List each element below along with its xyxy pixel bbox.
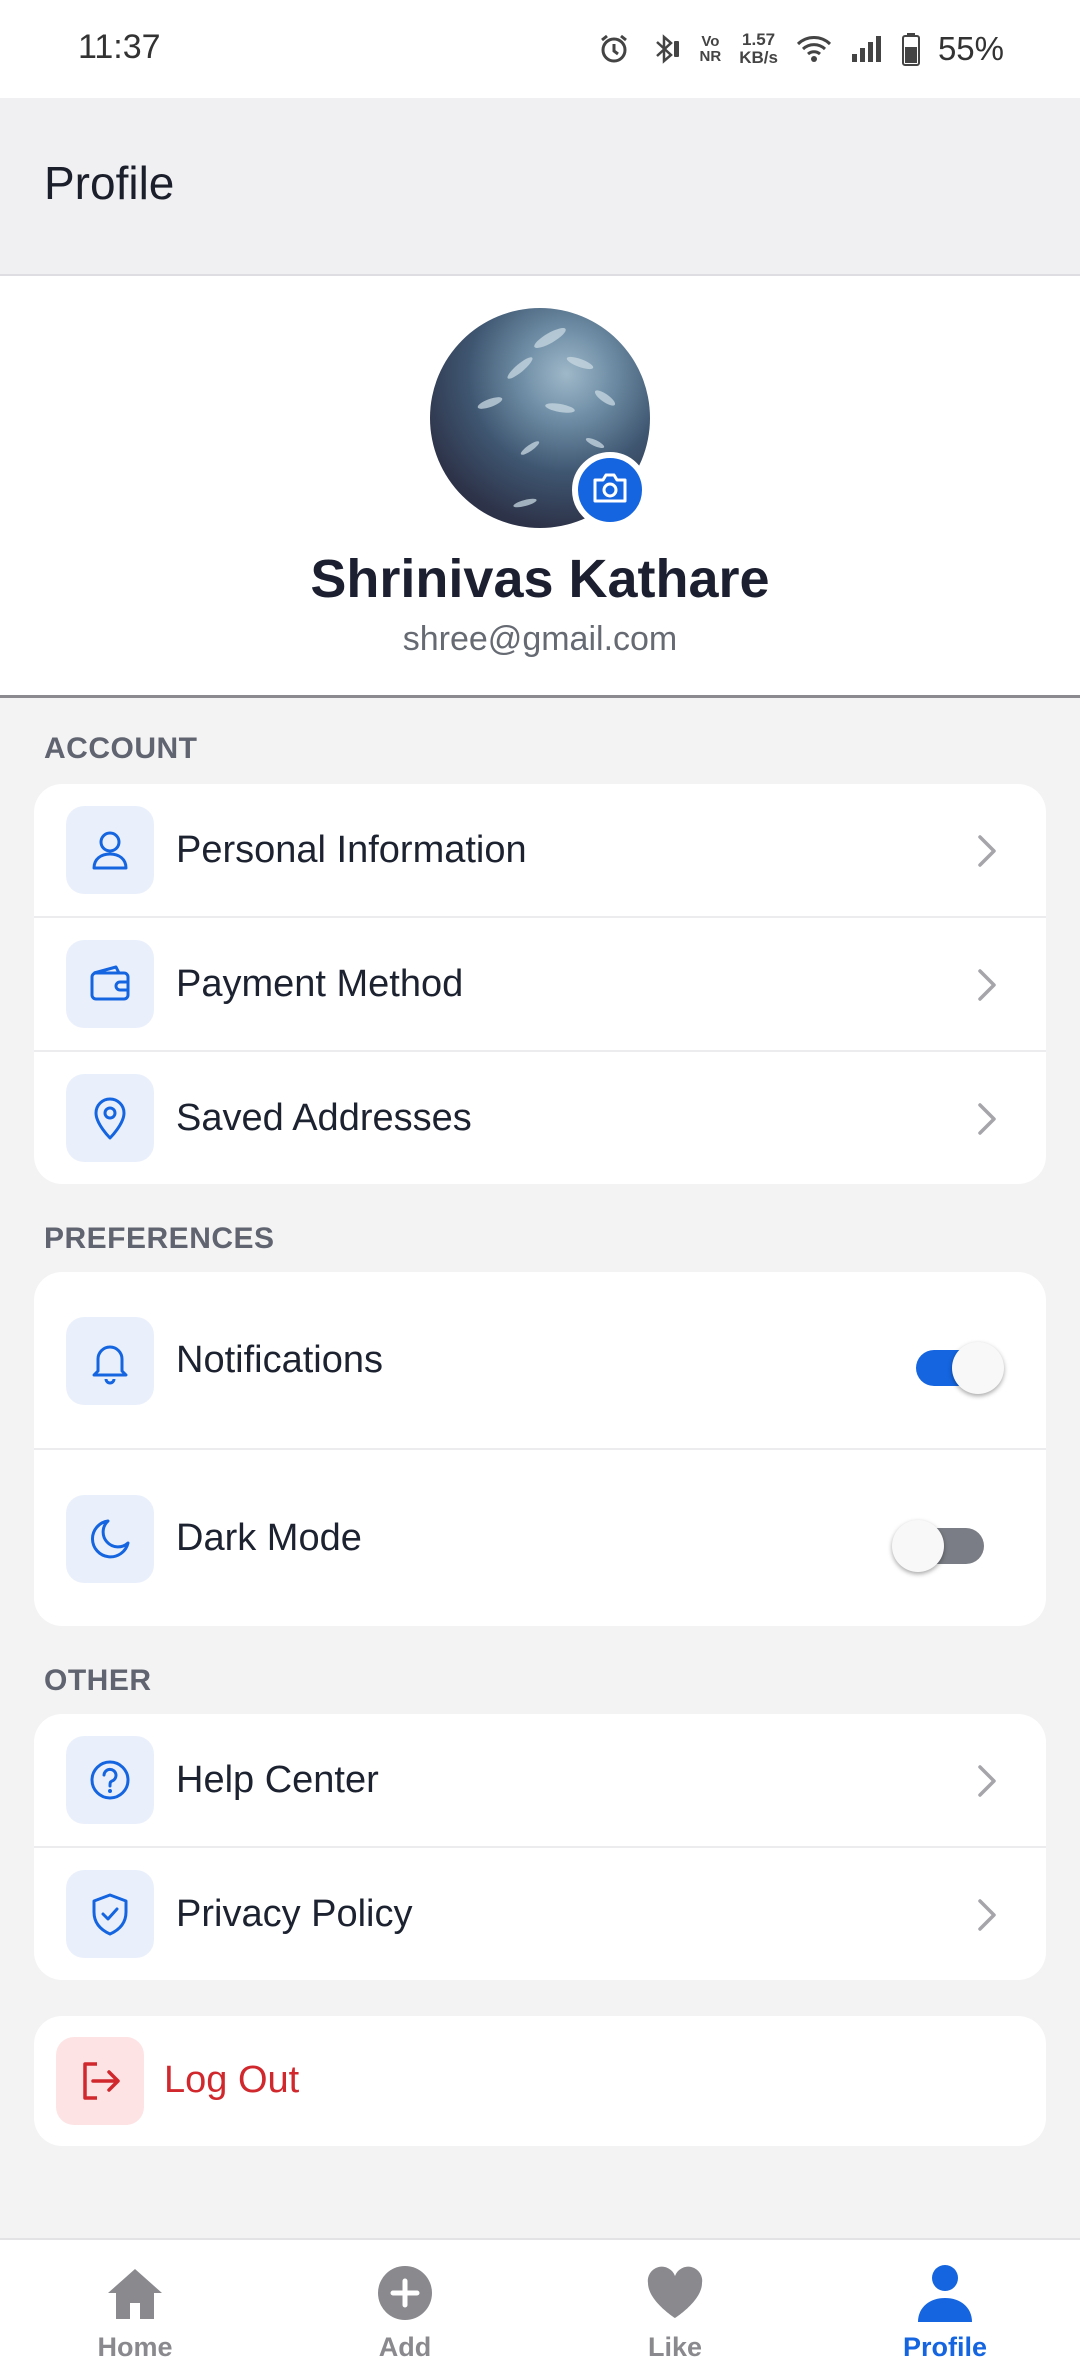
dark-mode-toggle[interactable] — [892, 1508, 988, 1572]
toggle-knob — [952, 1342, 1004, 1394]
menu-item-label: Privacy Policy — [176, 1893, 413, 1935]
nav-label: Add — [378, 2332, 432, 2362]
bluetooth-icon — [648, 32, 682, 66]
menu-item-label: Personal Information — [176, 829, 527, 871]
nav-like[interactable]: Like — [540, 2240, 810, 2376]
help-circle-icon — [66, 1736, 154, 1824]
other-card: Help Center Privacy Policy — [34, 1714, 1046, 1980]
nav-profile[interactable]: Profile — [810, 2240, 1080, 2376]
menu-item-saved-addresses[interactable]: Saved Addresses — [34, 1052, 1046, 1184]
section-label-other: OTHER — [44, 1664, 152, 1697]
moon-icon — [66, 1495, 154, 1583]
menu-item-personal-information[interactable]: Personal Information — [34, 784, 1046, 918]
menu-item-label: Payment Method — [176, 963, 464, 1005]
app-header: Profile — [0, 98, 1080, 276]
logout-icon — [56, 2037, 144, 2125]
menu-item-label: Notifications — [176, 1339, 383, 1381]
add-circle-icon — [374, 2262, 436, 2324]
home-icon — [104, 2262, 166, 2324]
menu-item-label: Help Center — [176, 1759, 379, 1801]
menu-item-help-center[interactable]: Help Center — [34, 1714, 1046, 1848]
person-icon — [914, 2262, 976, 2324]
nav-label: Home — [97, 2332, 173, 2362]
network-speed: 1.57 KB/s — [739, 30, 778, 67]
profile-email: shree@gmail.com — [402, 620, 678, 658]
account-card: Personal Information Payment Method Save… — [34, 784, 1046, 1184]
wifi-icon — [796, 34, 832, 64]
nav-label: Like — [647, 2332, 703, 2362]
camera-icon — [591, 472, 629, 509]
menu-item-payment-method[interactable]: Payment Method — [34, 918, 1046, 1052]
chevron-right-icon — [978, 1103, 996, 1135]
nav-add[interactable]: Add — [270, 2240, 540, 2376]
wallet-icon — [66, 940, 154, 1028]
signal-icon — [850, 34, 884, 64]
alarm-icon — [598, 33, 630, 65]
menu-item-privacy-policy[interactable]: Privacy Policy — [34, 1848, 1046, 1980]
chevron-right-icon — [978, 1765, 996, 1797]
volte-indicator: Vo NR — [699, 33, 722, 65]
status-time: 11:37 — [78, 28, 161, 66]
chevron-right-icon — [978, 1899, 996, 1931]
chevron-right-icon — [978, 969, 996, 1001]
change-photo-button[interactable] — [572, 452, 648, 528]
notifications-toggle[interactable] — [916, 1330, 1008, 1394]
menu-item-label: Dark Mode — [176, 1517, 362, 1559]
shield-check-icon — [66, 1870, 154, 1958]
status-icons: Vo NR 1.57 KB/s 55% — [598, 24, 1004, 74]
location-pin-icon — [66, 1074, 154, 1162]
profile-name: Shrinivas Kathare — [310, 549, 770, 609]
heart-icon — [644, 2262, 706, 2324]
toggle-knob — [892, 1520, 944, 1572]
bell-icon — [66, 1317, 154, 1405]
section-label-preferences: PREFERENCES — [44, 1222, 275, 1255]
profile-section: Shrinivas Kathare shree@gmail.com — [0, 276, 1080, 698]
logout-label: Log Out — [164, 2059, 300, 2101]
page-title: Profile — [44, 157, 175, 209]
section-label-account: ACCOUNT — [44, 732, 198, 765]
nav-label: Profile — [902, 2332, 988, 2362]
user-icon — [66, 806, 154, 894]
battery-icon — [901, 32, 920, 66]
preference-notifications: Notifications — [34, 1272, 1046, 1450]
battery-percent: 55% — [937, 30, 1004, 67]
nav-home[interactable]: Home — [0, 2240, 270, 2376]
logout-button[interactable]: Log Out — [34, 2016, 1046, 2146]
menu-item-label: Saved Addresses — [176, 1097, 472, 1139]
preferences-card: Notifications Dark Mode — [34, 1272, 1046, 1626]
chevron-right-icon — [978, 835, 996, 867]
status-bar: 11:37 Vo NR 1.57 KB/s 55% — [0, 0, 1080, 98]
preference-dark-mode: Dark Mode — [34, 1450, 1046, 1626]
bottom-nav: Home Add Like Profile — [0, 2238, 1080, 2376]
